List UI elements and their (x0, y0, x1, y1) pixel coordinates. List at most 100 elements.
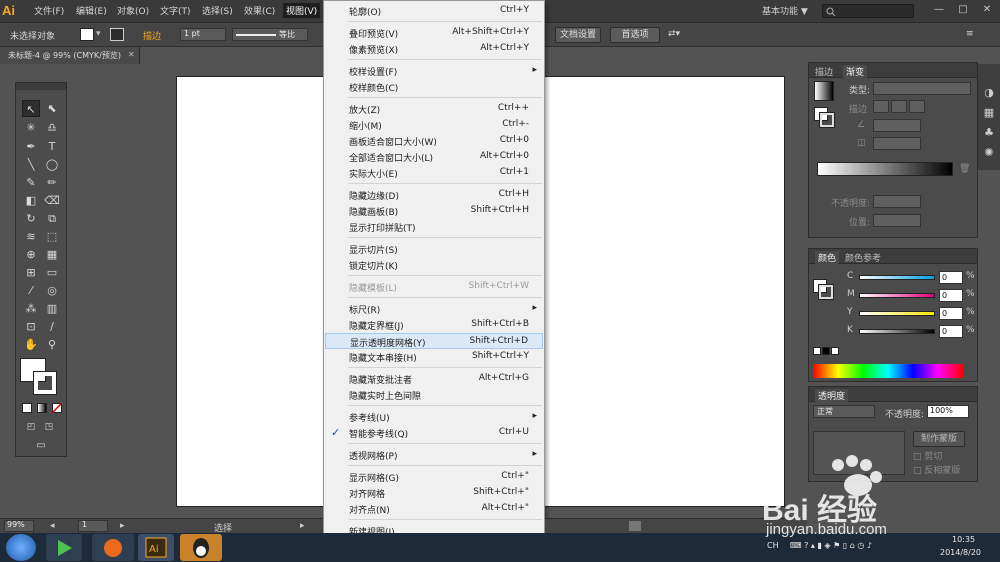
stroke-swatch[interactable] (110, 28, 124, 41)
zoom-field[interactable]: 99% (4, 520, 34, 532)
draw-normal-icon[interactable]: ◰ (22, 419, 40, 436)
channel-slider[interactable] (859, 329, 935, 334)
view-menu-item[interactable]: 标尺(R) ▸ (325, 301, 543, 317)
gradient-thumbnail[interactable] (814, 81, 834, 101)
color-mode-icon[interactable] (22, 403, 32, 413)
close-button[interactable]: ✕ (976, 2, 998, 18)
draw-behind-icon[interactable]: ◳ (40, 419, 58, 436)
stroke-color-box[interactable] (33, 371, 57, 395)
menu-edit[interactable]: 编辑(E) (76, 4, 107, 17)
color-stroke-box[interactable] (818, 284, 834, 300)
symbol-sprayer-tool-icon[interactable]: ⁂ (22, 300, 40, 317)
view-menu-item[interactable]: 像素预览(X) Alt+Ctrl+Y (325, 41, 543, 57)
search-input[interactable] (822, 4, 914, 18)
eraser-tool-icon[interactable]: ⌫ (43, 192, 61, 209)
channel-value-field[interactable]: 0 (939, 325, 963, 338)
view-menu-item[interactable]: 放大(Z) Ctrl++ (325, 101, 543, 117)
next-artboard-icon[interactable]: ▸ (120, 521, 125, 531)
gradient-opacity-field[interactable] (873, 195, 921, 208)
view-menu-item[interactable]: 显示切片(S) (325, 241, 543, 257)
tab-color[interactable]: 颜色 (815, 251, 840, 264)
tab-stroke[interactable]: 描边 (815, 65, 833, 78)
zoom-tool-icon[interactable]: ⚲ (43, 336, 61, 353)
color-spectrum[interactable] (813, 364, 963, 378)
workspace-switcher[interactable]: 基本功能 ▼ (762, 4, 808, 17)
view-menu-item[interactable]: 隐藏边缘(D) Ctrl+H (325, 187, 543, 203)
artboard-field[interactable]: 1 (78, 520, 108, 532)
view-menu-item[interactable]: 校样设置(F) ▸ (325, 63, 543, 79)
view-menu-item[interactable]: 显示透明度网格(Y) Shift+Ctrl+D (325, 333, 543, 349)
menu-select[interactable]: 选择(S) (202, 4, 233, 17)
view-menu-item[interactable]: 隐藏渐变批注者 Alt+Ctrl+G (325, 371, 543, 387)
view-menu-item[interactable]: 隐藏画板(B) Shift+Ctrl+H (325, 203, 543, 219)
view-menu-item[interactable]: ✓ 智能参考线(Q) Ctrl+U (325, 425, 543, 441)
screen-mode-icon[interactable]: ▭ (32, 437, 50, 454)
view-menu-item[interactable]: 显示打印拼贴(T) (325, 219, 543, 235)
brushes-panel-icon[interactable]: ✺ (981, 146, 997, 162)
selection-tool-icon[interactable]: ↖ (22, 100, 40, 117)
menu-view[interactable]: 视图(V) (283, 3, 321, 18)
symbols-panel-icon[interactable]: ♣ (981, 126, 997, 142)
ellipse-tool-icon[interactable]: ◯ (43, 156, 61, 173)
perspective-grid-tool-icon[interactable]: ▦ (43, 246, 61, 263)
channel-slider[interactable] (859, 293, 935, 298)
lasso-tool-icon[interactable]: ♎ (43, 119, 61, 136)
none-swatch[interactable] (813, 347, 821, 355)
width-tool-icon[interactable]: ≋ (22, 228, 40, 245)
shape-builder-tool-icon[interactable]: ⊕ (22, 246, 40, 263)
view-menu-item[interactable]: 全部适合窗口大小(L) Alt+Ctrl+0 (325, 149, 543, 165)
tools-panel-header[interactable] (16, 83, 66, 90)
document-setup-button[interactable]: 文档设置 (555, 27, 601, 43)
channel-slider[interactable] (859, 311, 935, 316)
channel-slider[interactable] (859, 275, 935, 280)
view-menu-item[interactable]: 画板适合窗口大小(W) Ctrl+0 (325, 133, 543, 149)
view-menu-item[interactable]: 透视网格(P) ▸ (325, 447, 543, 463)
view-menu-item[interactable]: 锁定切片(K) (325, 257, 543, 273)
tab-transparency[interactable]: 透明度 (815, 389, 849, 402)
magic-wand-tool-icon[interactable]: ✳ (22, 119, 40, 136)
artboard-tool-icon[interactable]: ⊡ (22, 318, 40, 335)
pen-tool-icon[interactable]: ✒ (22, 138, 40, 155)
color-guide-panel-icon[interactable]: ◑ (981, 86, 997, 102)
scale-tool-icon[interactable]: ⧉ (43, 210, 61, 227)
aspect-field[interactable] (873, 137, 921, 150)
illustrator-taskbar-icon[interactable]: Ai (138, 534, 174, 561)
preferences-button[interactable]: 首选项 (610, 27, 660, 43)
browser-taskbar-icon[interactable] (92, 534, 134, 561)
make-mask-button[interactable]: 制作蒙版 (913, 431, 965, 447)
view-menu-item[interactable]: 对齐网格 Shift+Ctrl+" (325, 485, 543, 501)
type-tool-icon[interactable]: T (43, 138, 61, 155)
graph-tool-icon[interactable]: ▥ (43, 300, 61, 317)
view-menu-item[interactable]: 隐藏定界框(J) Shift+Ctrl+B (325, 317, 543, 333)
scrollbar-thumb[interactable] (629, 521, 641, 531)
media-player-taskbar-icon[interactable] (46, 534, 82, 561)
channel-value-field[interactable]: 0 (939, 271, 963, 284)
rotate-tool-icon[interactable]: ↻ (22, 210, 40, 227)
pencil-tool-icon[interactable]: ✏ (43, 174, 61, 191)
view-menu-item[interactable]: 隐藏文本串接(H) Shift+Ctrl+Y (325, 349, 543, 365)
angle-field[interactable] (873, 119, 921, 132)
hand-tool-icon[interactable]: ✋ (22, 336, 40, 353)
maximize-button[interactable]: □ (952, 2, 974, 18)
stroke-option-3[interactable] (909, 100, 925, 113)
view-menu-item[interactable]: 轮廓(O) Ctrl+Y (325, 3, 543, 19)
view-menu-item[interactable]: 缩小(M) Ctrl+- (325, 117, 543, 133)
start-button[interactable] (6, 534, 36, 561)
none-mode-icon[interactable] (52, 403, 62, 413)
channel-value-field[interactable]: 0 (939, 289, 963, 302)
gradient-type-select[interactable] (873, 82, 971, 95)
channel-value-field[interactable]: 0 (939, 307, 963, 320)
view-menu-item[interactable]: 隐藏实时上色间隙 (325, 387, 543, 403)
stroke-weight-field[interactable]: 1 pt (180, 28, 226, 41)
document-tab[interactable]: 未标题-4 @ 99% (CMYK/预览) ✕ (0, 47, 140, 64)
fill-dropdown-icon[interactable]: ▾ (96, 29, 101, 39)
clock-time[interactable]: 10:35 (952, 535, 975, 544)
view-menu-item[interactable]: 实际大小(E) Ctrl+1 (325, 165, 543, 181)
stroke-profile-select[interactable]: 等比 (232, 28, 308, 41)
line-tool-icon[interactable]: ╲ (22, 156, 40, 173)
view-menu-item[interactable]: 显示网格(G) Ctrl+" (325, 469, 543, 485)
menu-object[interactable]: 对象(O) (117, 4, 149, 17)
direct-selection-tool-icon[interactable]: ⬉ (43, 100, 61, 117)
eyedropper-tool-icon[interactable]: ⁄ (22, 282, 40, 299)
minimize-button[interactable]: — (928, 2, 950, 18)
